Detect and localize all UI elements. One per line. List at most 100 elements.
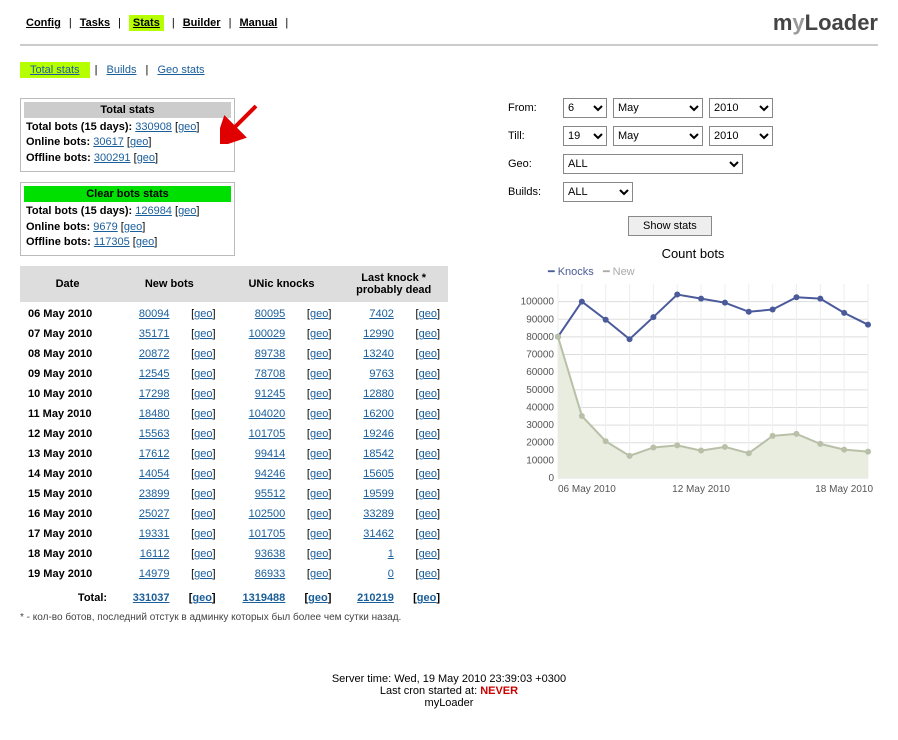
geo-link[interactable]: geo [310, 468, 328, 480]
geo-link[interactable]: geo [194, 388, 212, 400]
geo-link[interactable]: geo [417, 592, 437, 604]
cell-unic[interactable]: 86933 [255, 568, 286, 580]
geo-link[interactable]: geo [194, 468, 212, 480]
geo-link[interactable]: geo [419, 528, 437, 540]
geo-link[interactable]: geo [310, 488, 328, 500]
cell-unic[interactable]: 102500 [249, 508, 286, 520]
cell-lastknock[interactable]: 16200 [363, 408, 394, 420]
total-newbots[interactable]: 331037 [133, 592, 170, 604]
geo-link[interactable]: geo [419, 448, 437, 460]
geo-link[interactable]: geo [310, 348, 328, 360]
cell-lastknock[interactable]: 13240 [363, 348, 394, 360]
show-stats-button[interactable]: Show stats [628, 216, 712, 236]
nav-stats[interactable]: Stats [129, 15, 164, 31]
clear-online-geo-link[interactable]: geo [124, 221, 142, 233]
geo-link[interactable]: geo [194, 328, 212, 340]
nav-tasks[interactable]: Tasks [80, 17, 110, 29]
geo-link[interactable]: geo [419, 308, 437, 320]
till-day-select[interactable]: 19 [563, 126, 607, 146]
cell-newbots[interactable]: 18480 [139, 408, 170, 420]
geo-link[interactable]: geo [310, 408, 328, 420]
offline-bots-value[interactable]: 300291 [94, 152, 131, 164]
geo-link[interactable]: geo [310, 368, 328, 380]
clear-offline-geo-link[interactable]: geo [136, 236, 154, 248]
geo-link[interactable]: geo [194, 488, 212, 500]
geo-link[interactable]: geo [194, 368, 212, 380]
cell-lastknock[interactable]: 7402 [369, 308, 393, 320]
geo-link[interactable]: geo [194, 508, 212, 520]
cell-unic[interactable]: 93638 [255, 548, 286, 560]
cell-unic[interactable]: 89738 [255, 348, 286, 360]
cell-lastknock[interactable]: 31462 [363, 528, 394, 540]
geo-select[interactable]: ALL [563, 154, 743, 174]
geo-link[interactable]: geo [419, 488, 437, 500]
geo-link[interactable]: geo [194, 348, 212, 360]
geo-link[interactable]: geo [194, 428, 212, 440]
cell-unic[interactable]: 100029 [249, 328, 286, 340]
cell-newbots[interactable]: 15563 [139, 428, 170, 440]
offline-bots-geo-link[interactable]: geo [137, 152, 155, 164]
geo-link[interactable]: geo [419, 568, 437, 580]
geo-link[interactable]: geo [419, 548, 437, 560]
builds-select[interactable]: ALL [563, 182, 633, 202]
nav-builder[interactable]: Builder [183, 17, 221, 29]
geo-link[interactable]: geo [310, 328, 328, 340]
cell-unic[interactable]: 99414 [255, 448, 286, 460]
from-day-select[interactable]: 6 [563, 98, 607, 118]
total-bots-value[interactable]: 330908 [135, 121, 172, 133]
nav-manual[interactable]: Manual [239, 17, 277, 29]
cell-lastknock[interactable]: 19599 [363, 488, 394, 500]
cell-lastknock[interactable]: 15605 [363, 468, 394, 480]
geo-link[interactable]: geo [194, 528, 212, 540]
cell-newbots[interactable]: 35171 [139, 328, 170, 340]
geo-link[interactable]: geo [194, 568, 212, 580]
cell-lastknock[interactable]: 18542 [363, 448, 394, 460]
subnav-geo-stats[interactable]: Geo stats [157, 64, 204, 76]
from-year-select[interactable]: 2010 [709, 98, 773, 118]
from-month-select[interactable]: May [613, 98, 703, 118]
geo-link[interactable]: geo [419, 428, 437, 440]
cell-newbots[interactable]: 25027 [139, 508, 170, 520]
cell-lastknock[interactable]: 19246 [363, 428, 394, 440]
cell-unic[interactable]: 78708 [255, 368, 286, 380]
geo-link[interactable]: geo [419, 468, 437, 480]
cell-newbots[interactable]: 16112 [140, 548, 170, 560]
cell-newbots[interactable]: 14979 [139, 568, 170, 580]
geo-link[interactable]: geo [310, 428, 328, 440]
subnav-total-stats[interactable]: Total stats [30, 64, 80, 76]
cell-unic[interactable]: 104020 [249, 408, 286, 420]
clear-online-value[interactable]: 9679 [93, 221, 117, 233]
total-bots-geo-link[interactable]: geo [178, 121, 196, 133]
cell-newbots[interactable]: 80094 [139, 308, 170, 320]
geo-link[interactable]: geo [419, 508, 437, 520]
subnav-builds[interactable]: Builds [107, 64, 137, 76]
cell-newbots[interactable]: 19331 [139, 528, 170, 540]
cell-unic[interactable]: 101705 [249, 528, 286, 540]
cell-lastknock[interactable]: 12990 [363, 328, 394, 340]
geo-link[interactable]: geo [194, 308, 212, 320]
cell-unic[interactable]: 94246 [255, 468, 286, 480]
geo-link[interactable]: geo [419, 388, 437, 400]
geo-link[interactable]: geo [194, 548, 212, 560]
cell-newbots[interactable]: 23899 [139, 488, 170, 500]
geo-link[interactable]: geo [194, 408, 212, 420]
geo-link[interactable]: geo [310, 528, 328, 540]
cell-newbots[interactable]: 17298 [139, 388, 170, 400]
total-unic[interactable]: 1319488 [242, 592, 285, 604]
cell-newbots[interactable]: 14054 [139, 468, 170, 480]
cell-lastknock[interactable]: 33289 [363, 508, 394, 520]
geo-link[interactable]: geo [419, 368, 437, 380]
clear-total-geo-link[interactable]: geo [178, 205, 196, 217]
geo-link[interactable]: geo [310, 568, 328, 580]
till-month-select[interactable]: May [613, 126, 703, 146]
geo-link[interactable]: geo [310, 388, 328, 400]
total-lastknock[interactable]: 210219 [357, 592, 394, 604]
geo-link[interactable]: geo [310, 448, 328, 460]
geo-link[interactable]: geo [310, 308, 328, 320]
geo-link[interactable]: geo [419, 408, 437, 420]
geo-link[interactable]: geo [192, 592, 212, 604]
clear-offline-value[interactable]: 117305 [94, 236, 130, 248]
geo-link[interactable]: geo [310, 548, 328, 560]
geo-link[interactable]: geo [419, 348, 437, 360]
cell-unic[interactable]: 101705 [249, 428, 286, 440]
